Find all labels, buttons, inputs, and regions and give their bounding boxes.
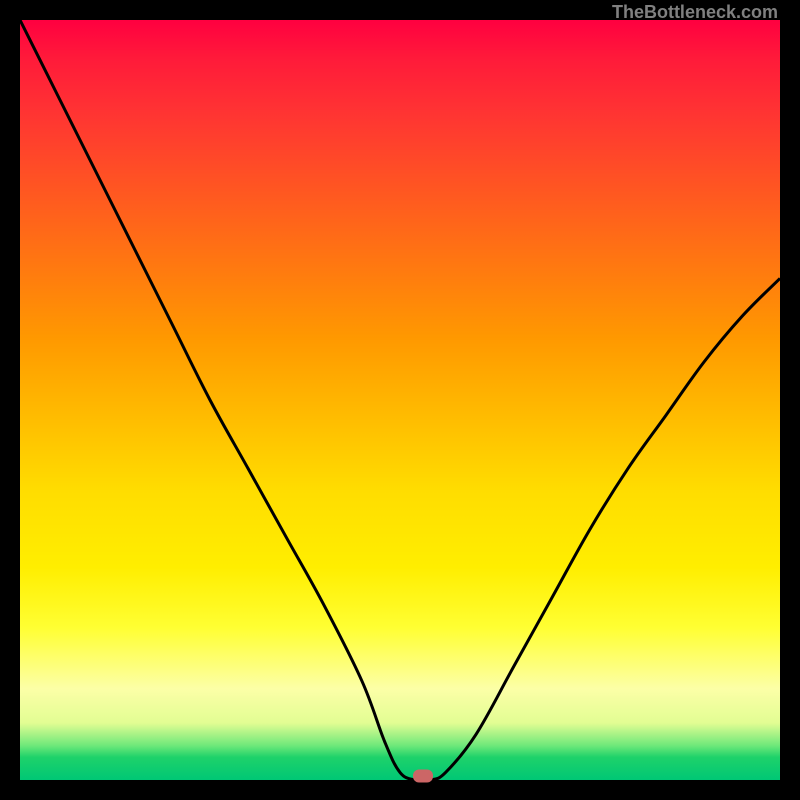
chart-container: TheBottleneck.com [0, 0, 800, 800]
bottleneck-curve [20, 20, 780, 780]
optimal-marker [413, 770, 433, 783]
curve-svg [20, 20, 780, 780]
attribution-label: TheBottleneck.com [612, 2, 778, 23]
